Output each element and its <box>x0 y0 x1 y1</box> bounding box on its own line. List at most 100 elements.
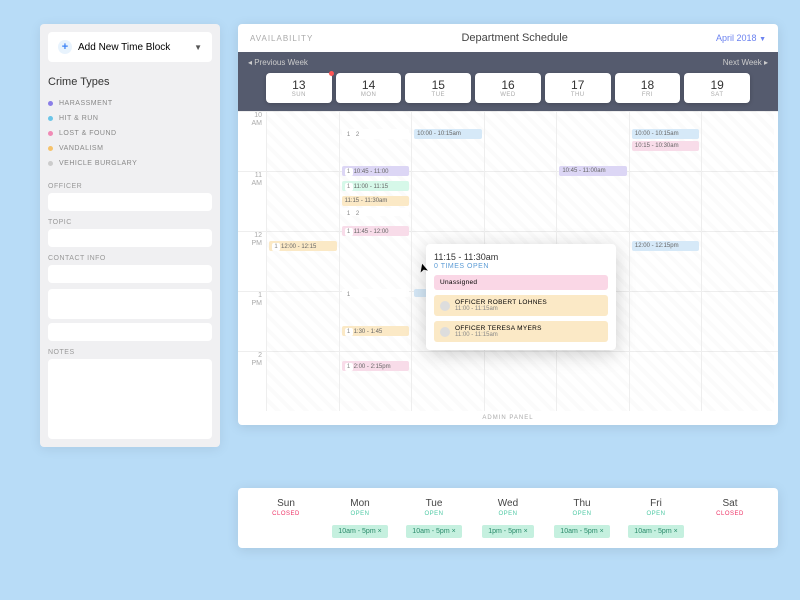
event-block[interactable]: 12 <box>342 208 410 216</box>
day-column: 12110:45 - 11:00111:00 - 11:1511:15 - 11… <box>339 111 412 411</box>
day-card[interactable]: 15TUE <box>405 73 471 103</box>
alert-dot-icon <box>329 71 334 76</box>
dot-icon <box>48 116 53 121</box>
topic-label: TOPIC <box>48 219 212 226</box>
contact-field-1[interactable] <box>48 265 212 283</box>
chevron-down-icon: ▼ <box>759 36 766 43</box>
crime-type-item[interactable]: HIT & RUN <box>48 111 212 126</box>
topbar: AVAILABILITY Department Schedule April 2… <box>238 24 778 52</box>
day-header: 13SUN14MON15TUE16WED17THU18FRI19SAT <box>238 73 778 111</box>
popup-assignment[interactable]: OFFICER TERESA MYERS11:00 - 11:15am <box>434 321 608 342</box>
hours-chip[interactable]: 10am - 5pm × <box>326 525 394 538</box>
contact-label: CONTACT INFO <box>48 255 212 262</box>
crime-types-list: HARASSMENTHIT & RUNLOST & FOUNDVANDALISM… <box>48 96 212 171</box>
day-card[interactable]: 16WED <box>475 73 541 103</box>
event-tag: 1 <box>345 210 353 216</box>
event-tag: 1 <box>272 243 280 251</box>
admin-day[interactable]: FriOPEN <box>622 498 690 517</box>
hours-chip[interactable]: 10am - 5pm × <box>622 525 690 538</box>
next-week-button[interactable]: Next Week ▸ <box>723 58 768 67</box>
event-block[interactable]: 12 <box>342 129 410 139</box>
hour-label: 11AM <box>242 172 262 188</box>
contact-field-3[interactable] <box>48 323 212 341</box>
admin-day[interactable]: TueOPEN <box>400 498 468 517</box>
day-card[interactable]: 18FRI <box>615 73 681 103</box>
event-tag: 1 <box>345 228 353 236</box>
hours-chip[interactable]: 1pm - 5pm × <box>474 525 542 538</box>
dot-icon <box>48 131 53 136</box>
event-tag: 1 <box>345 291 353 297</box>
hours-chip[interactable] <box>252 525 320 538</box>
event-tag: 2 <box>354 131 362 139</box>
page-title: Department Schedule <box>313 32 716 44</box>
hours-chip[interactable]: 10am - 5pm × <box>548 525 616 538</box>
crime-type-item[interactable]: HARASSMENT <box>48 96 212 111</box>
add-time-block-button[interactable]: + Add New Time Block ▼ <box>48 32 212 62</box>
avatar <box>440 301 450 311</box>
event-block[interactable]: 112:00 - 12:15 <box>269 241 337 251</box>
crime-type-item[interactable]: VEHICLE BURGLARY <box>48 156 212 171</box>
event-tag: 2 <box>354 210 362 216</box>
notes-label: NOTES <box>48 349 212 356</box>
event-block[interactable]: 12:00 - 12:15pm <box>632 241 700 251</box>
day-card[interactable]: 17THU <box>545 73 611 103</box>
admin-day[interactable]: SunCLOSED <box>252 498 320 517</box>
crime-type-item[interactable]: LOST & FOUND <box>48 126 212 141</box>
dot-icon <box>48 161 53 166</box>
hours-chip[interactable]: 10am - 5pm × <box>400 525 468 538</box>
event-block[interactable]: 110:45 - 11:00 <box>342 166 410 176</box>
officer-field[interactable] <box>48 193 212 211</box>
avatar <box>440 327 450 337</box>
event-tag: 1 <box>345 131 353 139</box>
contact-field-2[interactable] <box>48 289 212 319</box>
event-block[interactable]: 12:00 - 2:15pm <box>342 361 410 371</box>
day-column: 10:00 - 10:15am 10:15 - 10:30am 12:00 - 12… <box>629 111 702 411</box>
event-block[interactable]: 10:45 - 11:00am <box>559 166 627 176</box>
schedule-panel: AVAILABILITY Department Schedule April 2… <box>238 24 778 425</box>
day-card[interactable]: 19SAT <box>684 73 750 103</box>
popup-assignment[interactable]: OFFICER ROBERT LOHNES11:00 - 11:15am <box>434 295 608 316</box>
event-block[interactable]: 1 <box>342 289 410 297</box>
week-nav: ◂ Previous Week Next Week ▸ <box>238 52 778 73</box>
add-label: Add New Time Block <box>78 42 170 53</box>
admin-day[interactable]: SatCLOSED <box>696 498 764 517</box>
event-block[interactable]: 10:15 - 10:30am <box>632 141 700 151</box>
day-card[interactable]: 13SUN <box>266 73 332 103</box>
dot-icon <box>48 101 53 106</box>
crime-type-item[interactable]: VANDALISM <box>48 141 212 156</box>
crime-types-title: Crime Types <box>48 76 212 88</box>
topic-field[interactable] <box>48 229 212 247</box>
event-block[interactable]: 11:30 - 1:45 <box>342 326 410 336</box>
event-block[interactable]: 111:00 - 11:15 <box>342 181 410 191</box>
event-block[interactable]: 10:00 - 10:15am <box>414 129 482 139</box>
event-tag: 1 <box>345 363 353 371</box>
hour-label: 2PM <box>242 352 262 368</box>
event-tag: 1 <box>345 168 353 176</box>
day-card[interactable]: 14MON <box>336 73 402 103</box>
admin-day[interactable]: MonOPEN <box>326 498 394 517</box>
popup-subtitle: 0 TIMES OPEN <box>434 263 608 270</box>
officer-label: OFFICER <box>48 183 212 190</box>
sidebar: + Add New Time Block ▼ Crime Types HARAS… <box>40 24 220 447</box>
calendar-grid: 2PM1PM12PM11AM10AM 112:00 - 12:1512110:4… <box>238 111 778 411</box>
admin-day[interactable]: WedOPEN <box>474 498 542 517</box>
event-tag: 1 <box>345 183 353 191</box>
dot-icon <box>48 146 53 151</box>
hours-chip[interactable] <box>696 525 764 538</box>
notes-field[interactable] <box>48 359 212 439</box>
day-column <box>701 111 774 411</box>
hour-label: 12PM <box>242 232 262 248</box>
month-picker[interactable]: April 2018 ▼ <box>716 33 766 43</box>
admin-panel-label: ADMIN PANEL <box>238 411 778 425</box>
chevron-down-icon: ▼ <box>194 43 202 52</box>
event-block[interactable]: 10:00 - 10:15am <box>632 129 700 139</box>
event-block[interactable]: 111:45 - 12:00 <box>342 226 410 236</box>
admin-panel: SunCLOSED MonOPEN TueOPEN WedOPEN ThuOPEN Fri… <box>238 488 778 548</box>
availability-label: AVAILABILITY <box>250 34 313 43</box>
prev-week-button[interactable]: ◂ Previous Week <box>248 58 308 67</box>
admin-day[interactable]: ThuOPEN <box>548 498 616 517</box>
popup-time: 11:15 - 11:30am <box>434 252 608 262</box>
event-block[interactable]: 11:15 - 11:30am <box>342 196 410 206</box>
hour-label: 10AM <box>242 112 262 128</box>
popup-assignment[interactable]: Unassigned <box>434 275 608 290</box>
